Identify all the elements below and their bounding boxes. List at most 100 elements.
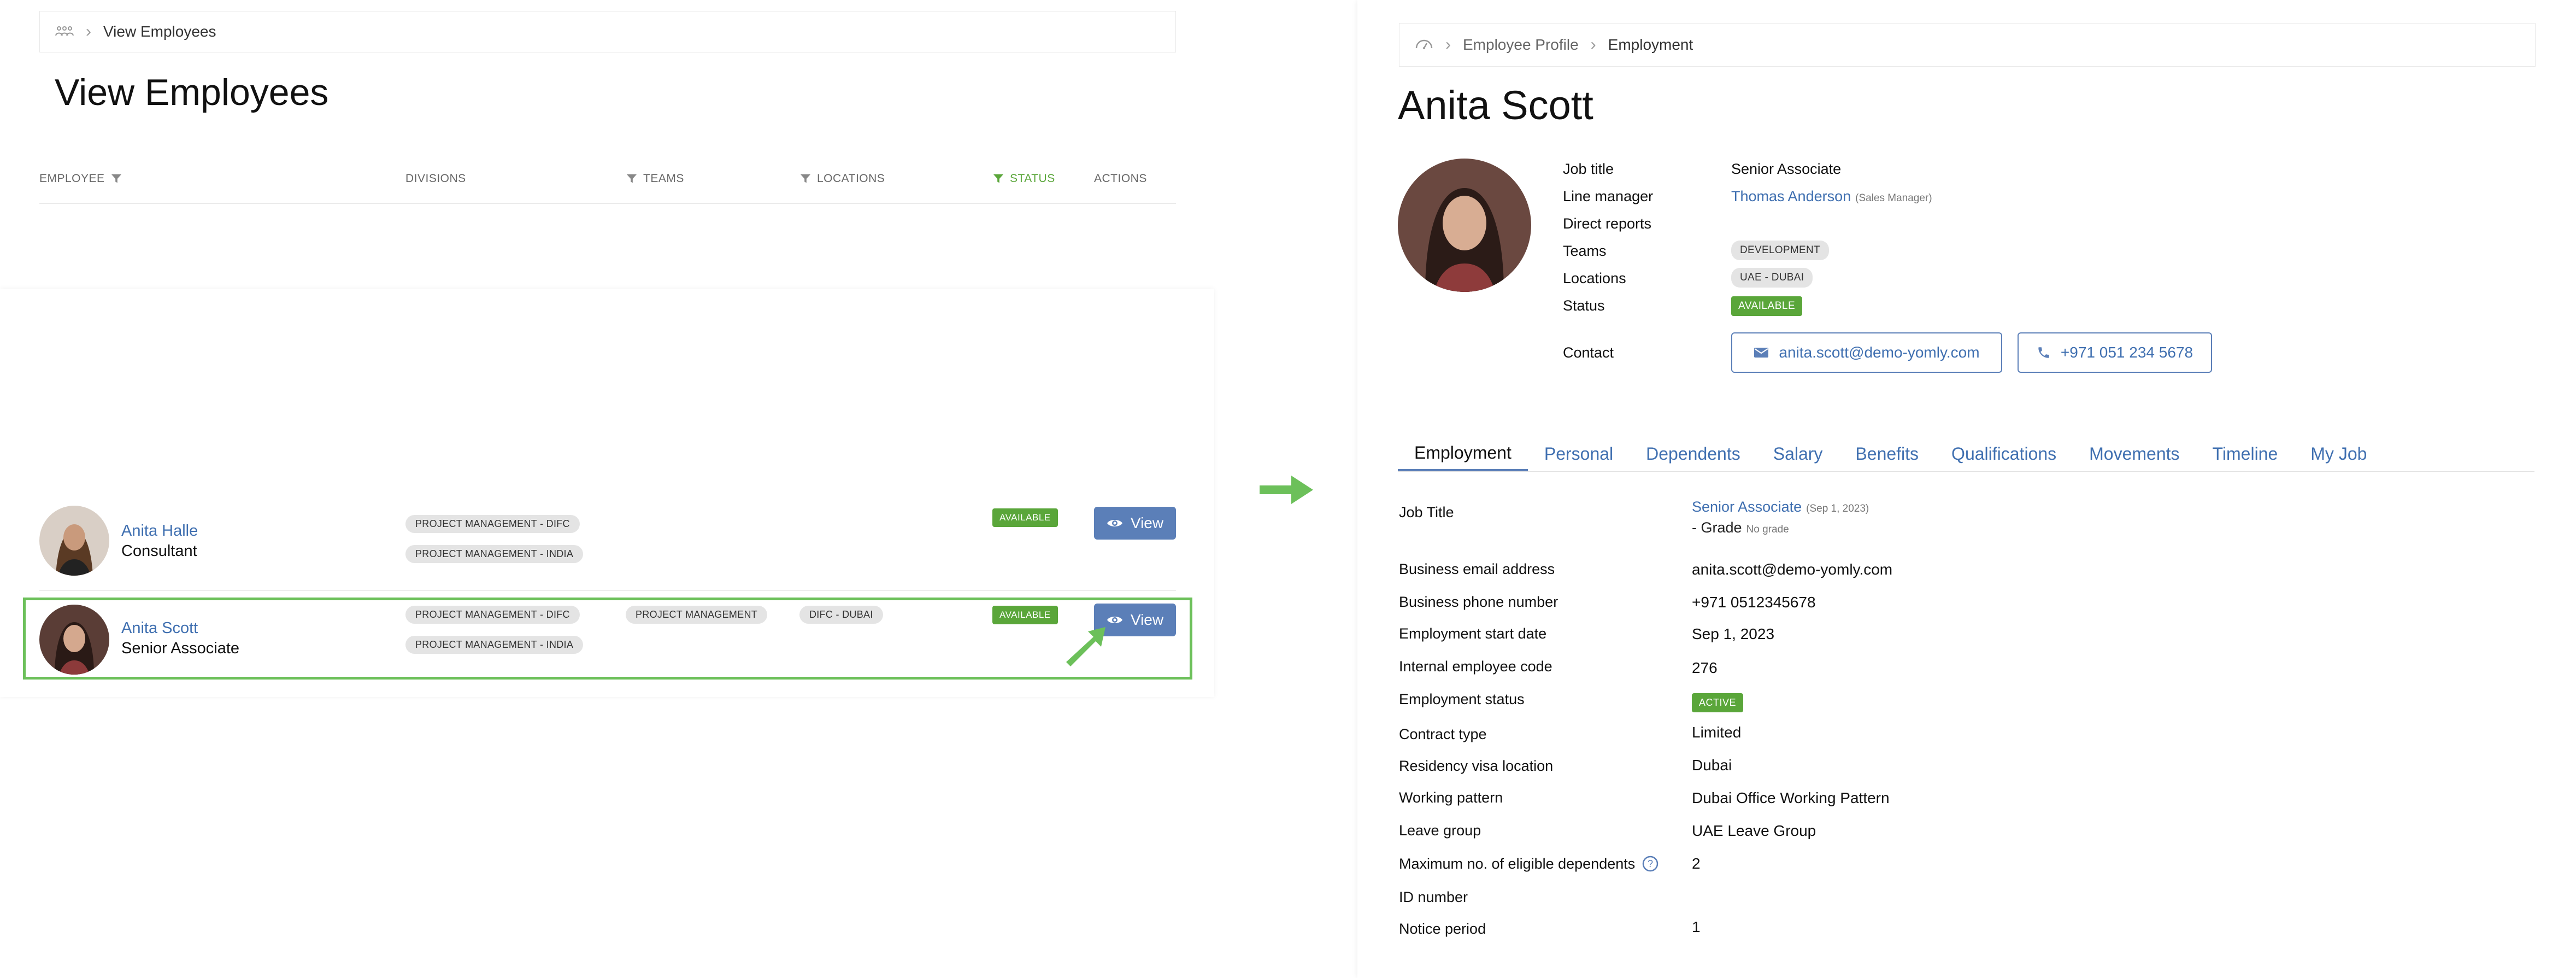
column-header-divisions[interactable]: DIVISIONS	[405, 172, 466, 185]
divider	[39, 590, 1176, 591]
profile-avatar	[1398, 159, 1531, 292]
column-label: ACTIONS	[1094, 172, 1147, 185]
job-title-link[interactable]: Senior Associate	[1692, 499, 1802, 516]
teams-label: Teams	[1563, 243, 1607, 259]
avatar	[39, 506, 109, 576]
employee-profile-panel	[1357, 0, 2576, 978]
envelope-icon	[1754, 348, 1769, 358]
employee-name-link[interactable]: Anita Halle	[121, 522, 198, 540]
help-circle-icon[interactable]: ?	[1642, 855, 1659, 872]
job-title-detail: Senior Associate (Sep 1, 2023)	[1692, 499, 1869, 516]
location-tag: UAE - DUBAI	[1731, 268, 1813, 288]
detail-value: 1	[1692, 918, 1701, 935]
filter-icon[interactable]	[626, 173, 638, 185]
phone-value: +971 051 234 5678	[2060, 344, 2193, 361]
email-button[interactable]: anita.scott@demo-yomly.com	[1731, 332, 2002, 373]
detail-value: UAE Leave Group	[1692, 822, 1816, 839]
detail-label: Job Title	[1399, 504, 1454, 520]
tab-qualifications[interactable]: Qualifications	[1935, 436, 2073, 471]
svg-text:?: ?	[1648, 858, 1653, 869]
division-pill: PROJECT MANAGEMENT - DIFC	[405, 606, 580, 624]
detail-value: Limited	[1692, 724, 1742, 741]
tab-personal[interactable]: Personal	[1528, 436, 1630, 471]
job-title-value: Senior Associate	[1731, 161, 1842, 177]
view-button-label: View	[1130, 514, 1164, 531]
line-manager-role: (Sales Manager)	[1855, 192, 1932, 204]
column-header-actions: ACTIONS	[1094, 172, 1147, 185]
column-label: STATUS	[1010, 172, 1055, 185]
job-title-date: (Sep 1, 2023)	[1806, 503, 1869, 514]
detail-label: Employment start date	[1399, 625, 1547, 642]
employee-name-link[interactable]: Anita Scott	[121, 619, 198, 637]
column-header-status[interactable]: STATUS	[992, 172, 1055, 185]
breadcrumb-current: View Employees	[103, 23, 216, 40]
detail-value: +971 0512345678	[1692, 594, 1816, 611]
column-label: TEAMS	[643, 172, 684, 185]
phone-icon	[2038, 347, 2049, 358]
detail-label: Contract type	[1399, 726, 1487, 742]
chevron-right-icon: ›	[86, 22, 91, 40]
team-tag: DEVELOPMENT	[1731, 241, 1829, 260]
cursor-arrow-icon	[1066, 627, 1105, 666]
column-header-locations[interactable]: LOCATIONS	[799, 172, 885, 185]
line-manager-link[interactable]: Thomas Anderson	[1731, 188, 1851, 205]
breadcrumb: › View Employees	[39, 11, 1176, 52]
detail-label: Leave group	[1399, 822, 1481, 839]
breadcrumb-current: Employment	[1608, 36, 1693, 53]
tab-benefits[interactable]: Benefits	[1839, 436, 1935, 471]
grade-value: No grade	[1746, 524, 1789, 535]
phone-button[interactable]: +971 051 234 5678	[2018, 332, 2212, 373]
detail-label: ID number	[1399, 889, 1468, 905]
job-title-label: Job title	[1563, 161, 1614, 177]
view-button-label: View	[1130, 611, 1164, 628]
filter-icon[interactable]	[799, 173, 811, 185]
detail-label: Internal employee code	[1399, 658, 1552, 675]
home-icon[interactable]	[1415, 36, 1433, 54]
arrow-right-icon	[1260, 476, 1313, 504]
filter-icon[interactable]	[992, 173, 1004, 185]
chevron-right-icon: ›	[1445, 36, 1451, 54]
divider	[39, 203, 1176, 204]
line-manager-label: Line manager	[1563, 188, 1654, 204]
home-icon[interactable]	[55, 23, 74, 40]
view-button[interactable]: View	[1094, 507, 1176, 540]
tab-dependents[interactable]: Dependents	[1630, 436, 1757, 471]
detail-label: Business phone number	[1399, 594, 1558, 610]
grade-prefix: - Grade	[1692, 519, 1742, 536]
tab-movements[interactable]: Movements	[2073, 436, 2196, 471]
email-value: anita.scott@demo-yomly.com	[1779, 344, 1980, 361]
contact-label: Contact	[1563, 344, 1614, 361]
division-pill: PROJECT MANAGEMENT - INDIA	[405, 636, 584, 654]
eye-icon	[1107, 617, 1122, 623]
detail-value: 2	[1692, 855, 1701, 872]
tab-timeline[interactable]: Timeline	[2196, 436, 2295, 471]
chevron-right-icon: ›	[1590, 36, 1596, 54]
page-title: View Employees	[55, 72, 329, 113]
avatar	[39, 605, 109, 675]
column-header-teams[interactable]: TEAMS	[626, 172, 684, 185]
line-manager: Thomas Anderson (Sales Manager)	[1731, 188, 1932, 205]
detail-value: Dubai Office Working Pattern	[1692, 789, 1890, 806]
profile-tabs: Employment Personal Dependents Salary Be…	[1398, 436, 2534, 472]
direct-reports-label: Direct reports	[1563, 215, 1652, 232]
tab-salary[interactable]: Salary	[1757, 436, 1839, 471]
status-badge: AVAILABLE	[992, 508, 1058, 527]
detail-value: Sep 1, 2023	[1692, 625, 1775, 642]
detail-value: Dubai	[1692, 757, 1732, 774]
employee-role: Senior Associate	[121, 640, 240, 657]
filter-icon[interactable]	[110, 173, 122, 185]
column-header-employee[interactable]: EMPLOYEE	[39, 172, 122, 185]
profile-name: Anita Scott	[1398, 83, 1593, 128]
column-label: DIVISIONS	[405, 172, 466, 185]
tab-employment[interactable]: Employment	[1398, 436, 1528, 471]
employment-status-badge: ACTIVE	[1692, 693, 1744, 712]
column-label: EMPLOYEE	[39, 172, 105, 185]
tab-my-job[interactable]: My Job	[2294, 436, 2383, 471]
breadcrumb-parent[interactable]: Employee Profile	[1463, 36, 1579, 54]
status-badge: AVAILABLE	[992, 606, 1058, 624]
detail-label: Residency visa location	[1399, 758, 1554, 774]
employee-role: Consultant	[121, 542, 197, 560]
division-pill: PROJECT MANAGEMENT - DIFC	[405, 515, 580, 533]
status-badge: AVAILABLE	[1731, 296, 1803, 316]
status-label: Status	[1563, 297, 1605, 314]
